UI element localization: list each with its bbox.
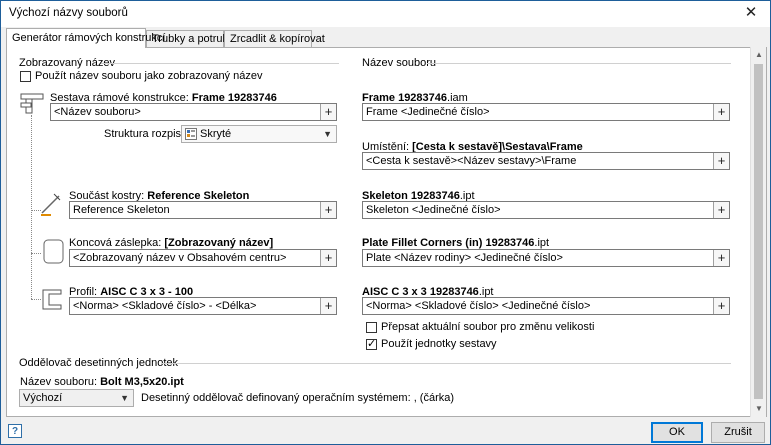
bom-structure-icon <box>185 128 197 140</box>
profile-file-name-field[interactable]: <Norma> <Skladové číslo> <Jedinečné čísl… <box>362 297 730 315</box>
add-token-button[interactable]: + <box>713 298 729 314</box>
frame-assembly-icon <box>20 93 44 114</box>
vertical-scrollbar[interactable]: ▲ ▼ <box>750 47 766 417</box>
field-value: <Zobrazovaný název v Obsahovém centru> <box>73 252 287 264</box>
skeleton-file-name-field[interactable]: Skeleton <Jedinečné číslo> + <box>362 201 730 219</box>
scroll-up-arrow-icon[interactable]: ▲ <box>751 47 767 63</box>
end-cap-file-name-field[interactable]: Plate <Název rodiny> <Jedinečné číslo> + <box>362 249 730 267</box>
decimal-filename-label: Název souboru: Bolt M3,5x20.ipt <box>20 376 184 388</box>
add-token-button[interactable]: + <box>713 104 729 120</box>
add-token-button[interactable]: + <box>320 250 336 266</box>
skeleton-sketch-icon <box>41 193 61 216</box>
chevron-down-icon: ▼ <box>323 129 332 139</box>
tab-mirror-copy[interactable]: Zrcadlit & kopírovat <box>224 30 325 47</box>
field-value: Reference Skeleton <box>73 204 170 216</box>
overwrite-file-checkbox[interactable] <box>366 322 377 333</box>
help-icon[interactable]: ? <box>8 424 22 438</box>
dialog-title: Výchozí názvy souborů <box>9 7 128 19</box>
add-token-button[interactable]: + <box>320 202 336 218</box>
assembly-file-name-field[interactable]: Frame <Jedinečné číslo> + <box>362 103 730 121</box>
dialog-window: Výchozí názvy souborů ✕ Generátor rámový… <box>0 0 771 445</box>
separator <box>427 63 731 64</box>
field-value: <Norma> <Skladové číslo> - <Délka> <box>73 300 257 312</box>
ok-button[interactable]: OK <box>651 422 703 443</box>
add-token-button[interactable]: + <box>713 202 729 218</box>
separator <box>101 63 339 64</box>
assembly-display-name-field[interactable]: <Název souboru> + <box>50 103 337 121</box>
tab-label: Generátor rámových konstrukcí <box>12 32 166 44</box>
cancel-button[interactable]: Zrušit <box>711 422 765 443</box>
select-value: Skryté <box>200 128 232 140</box>
end-cap-file-label: Plate Fillet Corners (in) 19283746.ipt <box>362 237 550 249</box>
scroll-down-arrow-icon[interactable]: ▼ <box>751 401 767 417</box>
tab-frame-generator[interactable]: Generátor rámových konstrukcí <box>6 28 165 48</box>
location-field[interactable]: <Cesta k sestavě><Název sestavy>\Frame + <box>362 152 730 170</box>
add-token-button[interactable]: + <box>320 298 336 314</box>
decimal-separator-select[interactable]: Výchozí ▼ <box>19 389 134 407</box>
decimal-description: Desetinný oddělovač definovaný operačním… <box>141 392 455 404</box>
field-value: <Cesta k sestavě><Název sestavy>\Frame <box>366 155 577 167</box>
select-value: Výchozí <box>23 392 63 404</box>
add-token-button[interactable]: + <box>713 153 729 169</box>
section-title-decimal-separator: Oddělovač desetinných jednotek <box>19 357 178 369</box>
tree-line <box>31 299 41 300</box>
end-cap-display-name-field[interactable]: <Zobrazovaný název v Obsahovém centru> + <box>69 249 337 267</box>
use-assembly-units-checkbox[interactable] <box>366 337 377 350</box>
bom-structure-select[interactable]: Skryté ▼ <box>181 125 337 143</box>
use-filename-label: Použít název souboru jako zobrazovaný ná… <box>35 70 263 82</box>
section-title-file-name: Název souboru <box>362 57 436 69</box>
separator <box>161 363 731 364</box>
field-value: Plate <Název rodiny> <Jedinečné číslo> <box>366 252 563 264</box>
tree-line <box>31 253 41 254</box>
scrollbar-thumb[interactable] <box>754 64 763 399</box>
overwrite-file-label: Přepsat aktuální soubor pro změnu veliko… <box>381 321 595 333</box>
profile-display-name-field[interactable]: <Norma> <Skladové číslo> - <Délka> + <box>69 297 337 315</box>
use-assembly-units-label: Použít jednotky sestavy <box>381 338 497 350</box>
bom-structure-label: Struktura rozpisky <box>104 128 193 140</box>
skeleton-display-name-field[interactable]: Reference Skeleton + <box>69 201 337 219</box>
title-bar: Výchozí názvy souborů ✕ <box>1 1 770 27</box>
use-filename-checkbox[interactable] <box>20 71 31 82</box>
chevron-down-icon: ▼ <box>120 393 129 403</box>
tree-line <box>31 115 32 299</box>
add-token-button[interactable]: + <box>320 104 336 120</box>
field-value: <Název souboru> <box>54 106 141 118</box>
end-cap-display-label: Koncová záslepka: [Zobrazovaný název] <box>69 237 274 249</box>
close-icon[interactable]: ✕ <box>738 3 764 23</box>
tab-label: Zrcadlit & kopírovat <box>230 33 325 45</box>
field-value: Frame <Jedinečné číslo> <box>366 106 490 118</box>
field-value: Skeleton <Jedinečné číslo> <box>366 204 501 216</box>
c-profile-icon <box>42 289 62 310</box>
add-token-button[interactable]: + <box>713 250 729 266</box>
field-value: <Norma> <Skladové číslo> <Jedinečné čísl… <box>366 300 591 312</box>
end-cap-icon <box>43 239 64 264</box>
